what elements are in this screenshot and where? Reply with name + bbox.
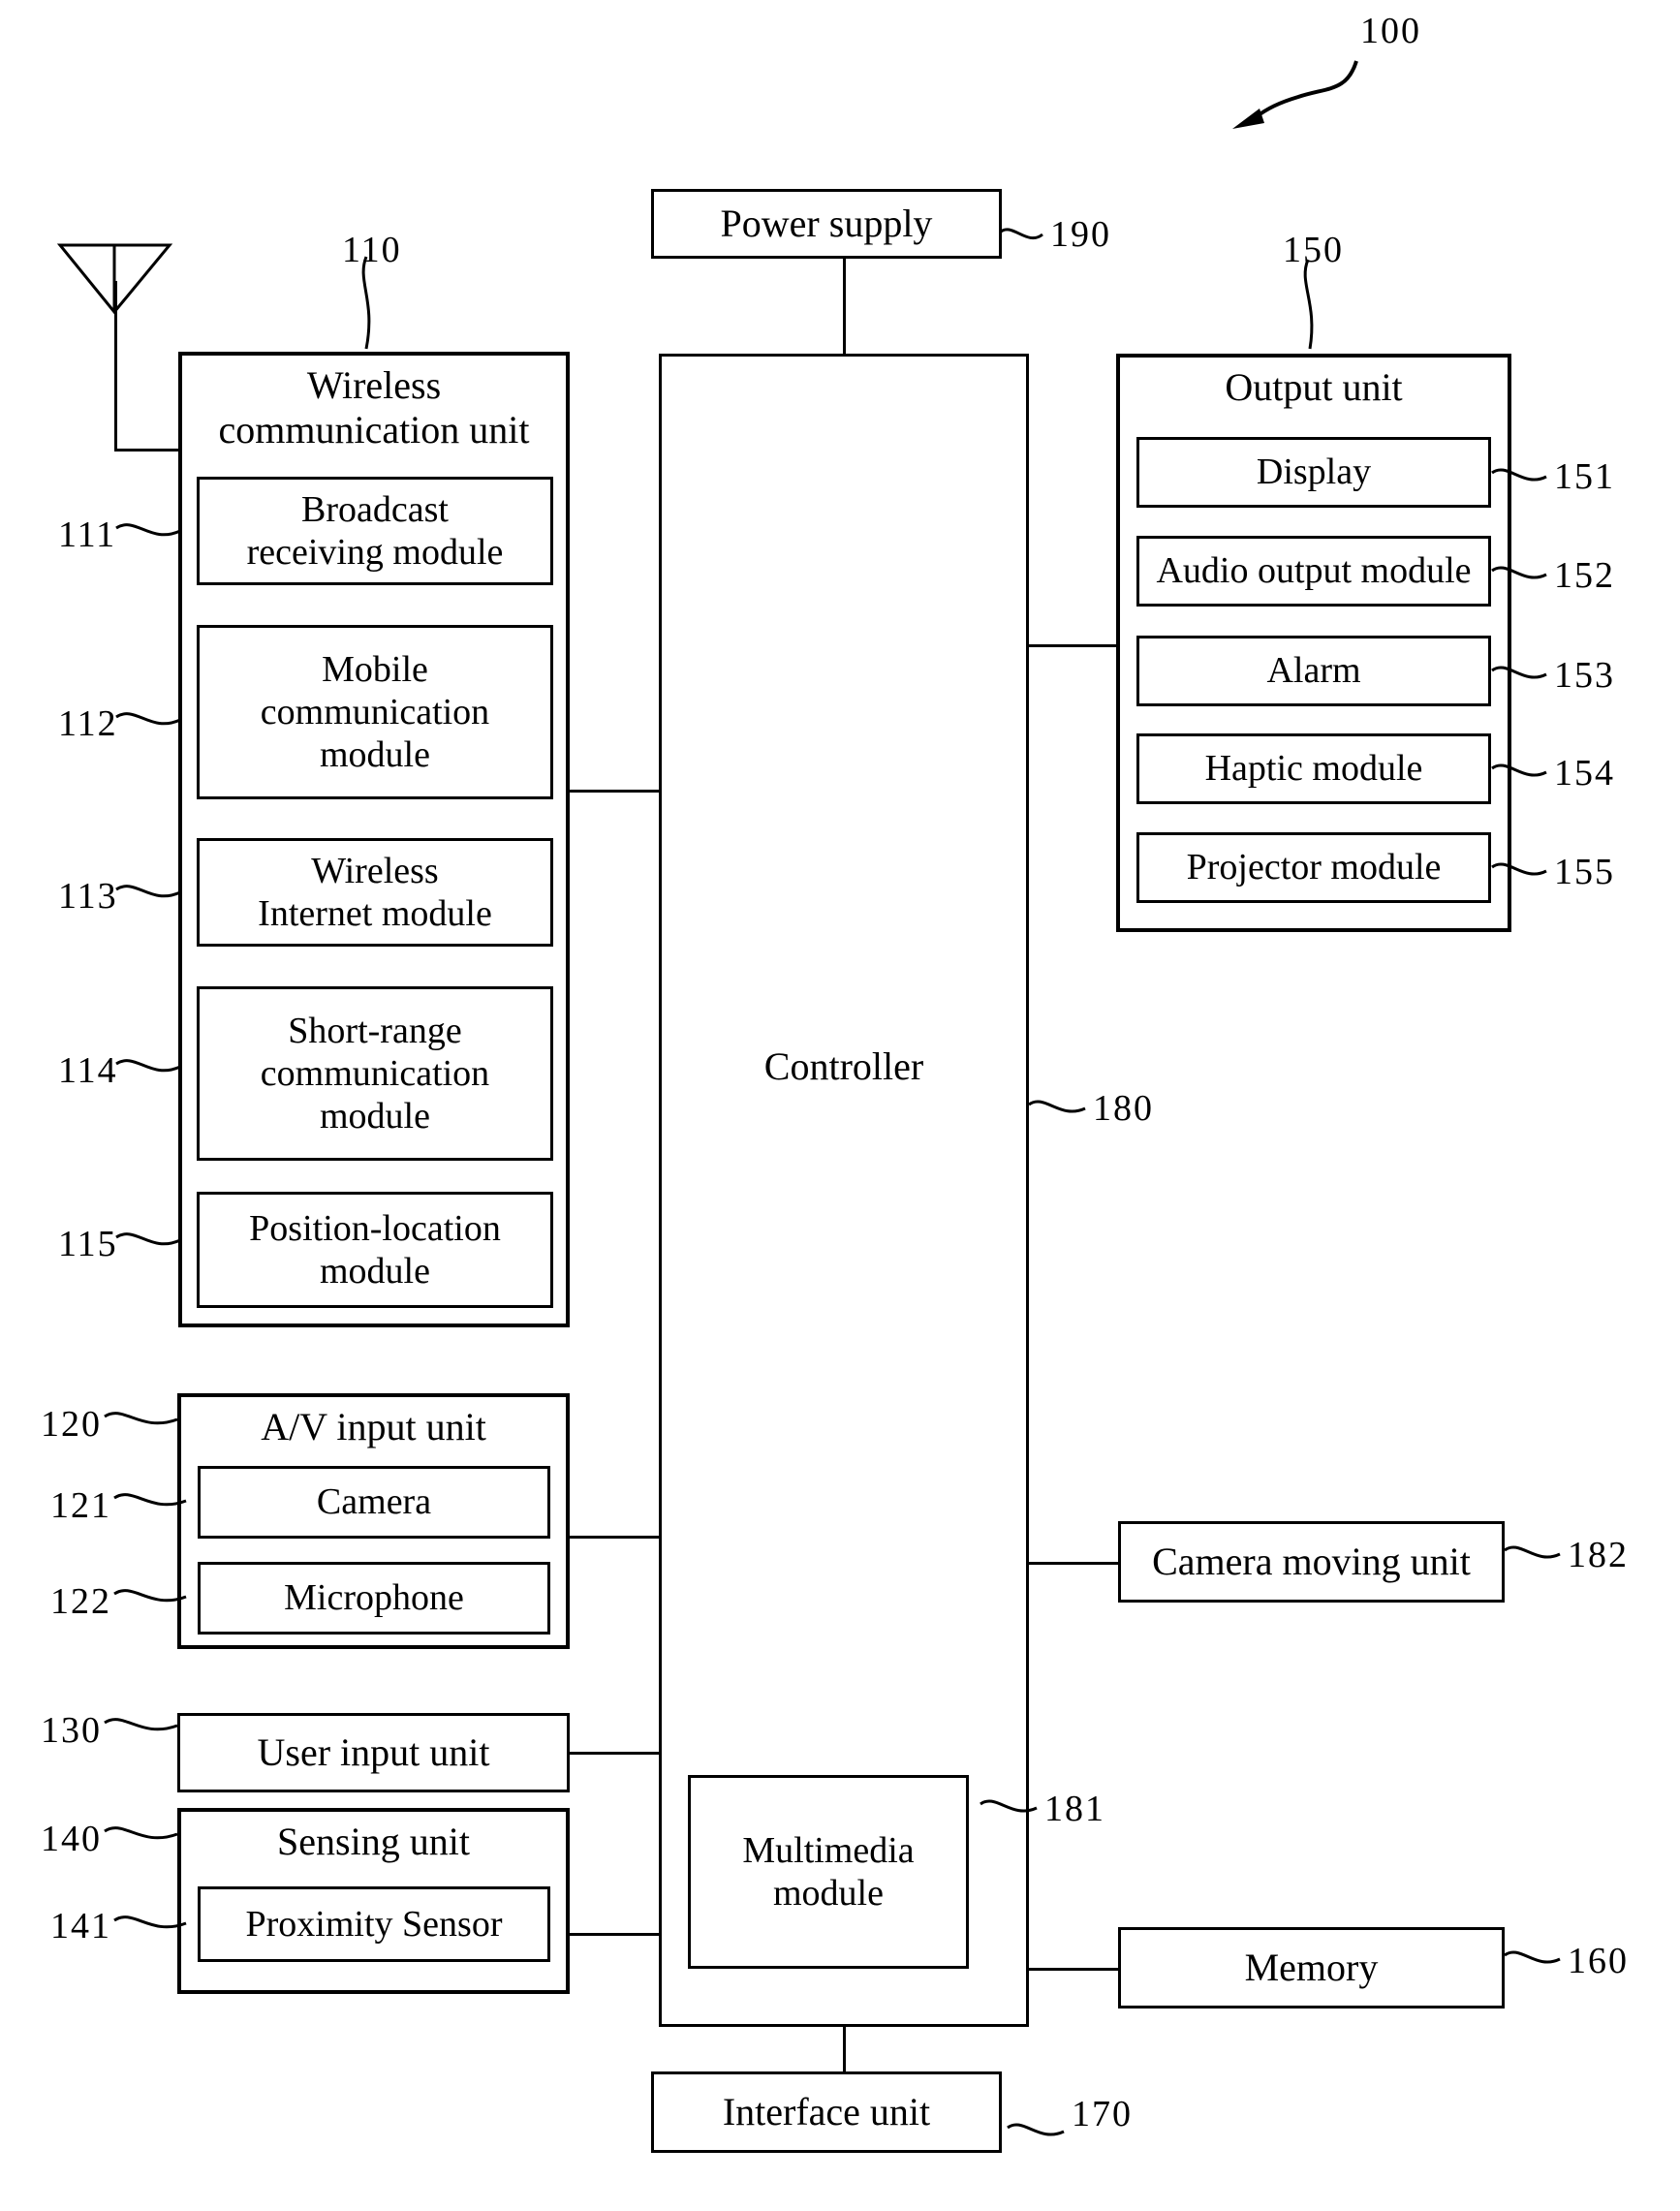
block-user-input-unit[interactable]: User input unit: [177, 1713, 570, 1792]
block-audio-output-module[interactable]: Audio output module: [1136, 536, 1491, 607]
camera-moving-unit-label: Camera moving unit: [1152, 1539, 1471, 1583]
proximity-sensor-label: Proximity Sensor: [245, 1903, 503, 1945]
sensing-unit-label: Sensing unit: [277, 1820, 470, 1863]
user-input-unit-label: User input unit: [257, 1729, 490, 1774]
ref-wireless-unit-110: 110: [342, 230, 402, 270]
block-proximity-sensor[interactable]: Proximity Sensor: [198, 1886, 550, 1962]
ref-alarm-153: 153: [1554, 655, 1615, 696]
projector-module-label: Projector module: [1186, 847, 1442, 888]
haptic-module-label: Haptic module: [1204, 748, 1423, 790]
position-location-module-label: Position-location module: [249, 1207, 501, 1292]
block-microphone[interactable]: Microphone: [198, 1562, 550, 1635]
ref-power-supply-190: 190: [1050, 214, 1111, 255]
line-controller-to-memory: [1027, 1968, 1118, 1971]
audio-output-module-label: Audio output module: [1156, 550, 1472, 592]
block-wireless-internet-module[interactable]: Wireless Internet module: [197, 838, 553, 947]
ref-multimedia-181: 181: [1044, 1789, 1105, 1829]
broadcast-receiving-module-label: Broadcast receiving module: [246, 488, 504, 573]
av-input-unit-label: A/V input unit: [261, 1405, 486, 1448]
line-power-to-controller: [843, 257, 846, 356]
ref-sensing-140: 140: [41, 1819, 102, 1859]
block-alarm[interactable]: Alarm: [1136, 636, 1491, 706]
memory-label: Memory: [1244, 1945, 1379, 1989]
output-unit-label: Output unit: [1225, 365, 1403, 409]
short-range-communication-module-label: Short-range communication module: [260, 1010, 490, 1137]
mobile-communication-module-label: Mobile communication module: [260, 648, 490, 776]
block-position-location-module[interactable]: Position-location module: [197, 1192, 553, 1308]
ref-haptic-154: 154: [1554, 753, 1615, 794]
ref-proximity-141: 141: [50, 1906, 111, 1946]
line-userinput-to-controller: [570, 1752, 661, 1755]
block-mobile-communication-module[interactable]: Mobile communication module: [197, 625, 553, 799]
line-controller-to-cameramoving: [1027, 1562, 1118, 1565]
line-antenna-stem: [114, 281, 117, 451]
block-short-range-communication-module[interactable]: Short-range communication module: [197, 986, 553, 1161]
block-display[interactable]: Display: [1136, 437, 1491, 508]
ref-wireless-internet-113: 113: [58, 876, 118, 917]
ref-broadcast-111: 111: [58, 514, 117, 555]
alarm-label: Alarm: [1266, 650, 1361, 692]
camera-label: Camera: [316, 1481, 432, 1523]
line-av-to-controller: [570, 1536, 661, 1539]
line-controller-to-output: [1027, 644, 1118, 647]
ref-av-input-120: 120: [41, 1404, 102, 1445]
figure-canvas: 100 Power supply 190 Controller 180 Mult…: [0, 0, 1680, 2211]
line-wireless-to-controller: [570, 790, 661, 793]
ref-output-unit-150: 150: [1283, 230, 1344, 270]
display-label: Display: [1256, 452, 1372, 493]
ref-position-location-115: 115: [58, 1224, 118, 1264]
block-interface-unit[interactable]: Interface unit: [651, 2071, 1002, 2153]
ref-short-range-114: 114: [58, 1050, 118, 1091]
line-antenna-to-wireless: [114, 449, 182, 452]
block-multimedia-module[interactable]: Multimedia module: [688, 1775, 969, 1969]
block-camera-moving-unit[interactable]: Camera moving unit: [1118, 1521, 1505, 1603]
ref-camera-moving-182: 182: [1568, 1535, 1629, 1575]
ref-memory-160: 160: [1568, 1941, 1629, 1981]
multimedia-module-label: Multimedia module: [742, 1829, 915, 1914]
ref-system-100: 100: [1360, 11, 1421, 51]
ref-mobile-112: 112: [58, 703, 118, 744]
ref-user-input-130: 130: [41, 1710, 102, 1751]
microphone-label: Microphone: [284, 1577, 464, 1619]
block-haptic-module[interactable]: Haptic module: [1136, 733, 1491, 804]
ref-camera-121: 121: [50, 1485, 111, 1526]
ref-microphone-122: 122: [50, 1581, 111, 1622]
block-power-supply[interactable]: Power supply: [651, 189, 1002, 259]
ref-controller-180: 180: [1093, 1088, 1154, 1129]
wireless-internet-module-label: Wireless Internet module: [258, 850, 492, 934]
block-broadcast-receiving-module[interactable]: Broadcast receiving module: [197, 477, 553, 585]
power-supply-label: Power supply: [720, 201, 933, 245]
ref-audio-output-152: 152: [1554, 555, 1615, 596]
ref-projector-155: 155: [1554, 852, 1615, 892]
ref-display-151: 151: [1554, 456, 1615, 497]
block-camera[interactable]: Camera: [198, 1466, 550, 1539]
line-sensing-to-controller: [570, 1933, 661, 1936]
controller-label: Controller: [763, 1044, 924, 1088]
block-projector-module[interactable]: Projector module: [1136, 832, 1491, 903]
block-memory[interactable]: Memory: [1118, 1927, 1505, 2009]
interface-unit-label: Interface unit: [722, 2089, 931, 2133]
wireless-communication-unit-label: Wireless communication unit: [218, 363, 530, 452]
ref-interface-170: 170: [1072, 2094, 1133, 2134]
